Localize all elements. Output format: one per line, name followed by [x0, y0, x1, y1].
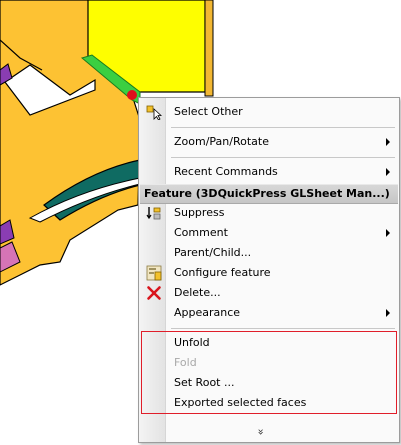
menu-item-label: Suppress — [174, 206, 225, 219]
submenu-arrow-icon — [386, 138, 390, 146]
menu-item-exported-selected-faces[interactable]: Exported selected faces — [139, 393, 399, 413]
menu-item-label: Configure feature — [174, 266, 271, 279]
menu-item-label: Zoom/Pan/Rotate — [174, 135, 269, 148]
menu-item-delete[interactable]: Delete... — [139, 283, 399, 303]
menu-item-configure-feature[interactable]: Configure feature — [139, 263, 399, 283]
submenu-arrow-icon — [386, 168, 390, 176]
menu-item-label: Fold — [174, 356, 197, 369]
menu-item-appearance[interactable]: Appearance — [139, 303, 399, 323]
submenu-arrow-icon — [386, 229, 390, 237]
menu-item-unfold[interactable]: Unfold — [139, 333, 399, 353]
menu-item-zoom-pan-rotate[interactable]: Zoom/Pan/Rotate — [139, 132, 399, 152]
menu-item-label: Unfold — [174, 336, 210, 349]
menu-item-comment[interactable]: Comment — [139, 223, 399, 243]
menu-item-set-root[interactable]: Set Root ... — [139, 373, 399, 393]
menu-item-label: Appearance — [174, 306, 241, 319]
menu-item-select-other[interactable]: Select Other — [139, 102, 399, 122]
menu-item-label: Select Other — [174, 105, 243, 118]
menu-item-parent-child[interactable]: Parent/Child... — [139, 243, 399, 263]
menu-item-fold: Fold — [139, 353, 399, 373]
menu-separator — [171, 328, 395, 329]
panel-side — [204, 0, 214, 97]
configure-feature-icon — [146, 265, 162, 281]
context-menu: Select Other Zoom/Pan/Rotate Recent Comm… — [138, 97, 400, 443]
menu-item-suppress[interactable]: Suppress — [139, 203, 399, 223]
menu-item-label: Exported selected faces — [174, 396, 307, 409]
menu-item-label: Delete... — [174, 286, 221, 299]
select-other-icon — [146, 105, 162, 120]
submenu-arrow-icon — [386, 309, 390, 317]
menu-item-recent-commands[interactable]: Recent Commands — [139, 162, 399, 182]
menu-separator — [171, 127, 395, 128]
delete-x-icon — [147, 286, 161, 300]
menu-item-label: Parent/Child... — [174, 246, 252, 259]
expand-menu-chevron-icon[interactable]: » — [254, 429, 267, 436]
suppress-icon — [146, 207, 161, 220]
selection-point — [127, 90, 137, 100]
menu-item-label: Recent Commands — [174, 165, 278, 178]
menu-separator — [171, 157, 395, 158]
menu-section-header: Feature (3DQuickPress GLSheet Man...) — [140, 184, 398, 204]
menu-item-label: Set Root ... — [174, 376, 235, 389]
menu-item-label: Comment — [174, 226, 228, 239]
